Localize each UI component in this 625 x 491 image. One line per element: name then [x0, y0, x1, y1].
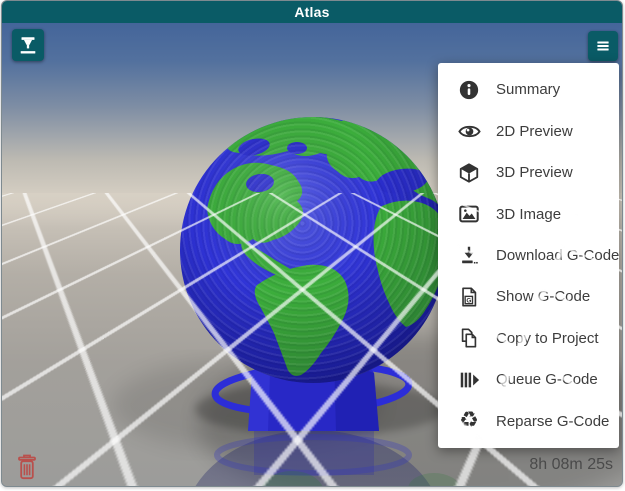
globe-shading — [180, 117, 446, 383]
trash-icon — [15, 453, 39, 481]
delete-button[interactable] — [15, 453, 39, 481]
menu-item-label: Copy to Project — [496, 330, 599, 347]
menu-item-summary[interactable]: Summary — [438, 69, 619, 110]
gcode-actions-menu: Summary 2D Preview — [438, 63, 619, 448]
menu-item-queue-gcode[interactable]: Queue G-Code — [438, 359, 619, 400]
menu-item-label: 2D Preview — [496, 123, 573, 140]
recycle-icon: ♻ — [457, 409, 481, 433]
menu-item-label: Summary — [496, 81, 560, 98]
menu-item-label: 3D Image — [496, 206, 561, 223]
queue-icon — [457, 368, 481, 392]
gcode-preview-card: Atlas — [1, 0, 623, 487]
menu-item-label: Reparse G-Code — [496, 413, 609, 430]
info-icon — [457, 78, 481, 102]
download-icon — [457, 243, 481, 267]
menu-item-3d-preview[interactable]: 3D Preview — [438, 152, 619, 193]
nozzle-icon — [15, 32, 41, 58]
menu-item-reparse-gcode[interactable]: ♻ Reparse G-Code — [438, 401, 619, 442]
svg-text:G: G — [466, 297, 471, 304]
image-icon — [457, 202, 481, 226]
menu-item-show-gcode[interactable]: G Show G-Code — [438, 276, 619, 317]
print-time: 8h 08m 25s — [529, 456, 613, 474]
menu-item-label: 3D Preview — [496, 164, 573, 181]
window-title: Atlas — [2, 1, 622, 23]
menu-item-3d-image[interactable]: 3D Image — [438, 193, 619, 234]
menu-item-2d-preview[interactable]: 2D Preview — [438, 110, 619, 151]
copy-icon — [457, 326, 481, 350]
gcode-file-icon: G — [457, 285, 481, 309]
cube-icon — [457, 161, 481, 185]
menu-item-label: Queue G-Code — [496, 371, 598, 388]
menu-item-copy-to-project[interactable]: Copy to Project — [438, 318, 619, 359]
menu-item-download-gcode[interactable]: Download G-Code — [438, 235, 619, 276]
menu-item-label: Show G-Code — [496, 288, 590, 305]
eye-icon — [457, 119, 481, 143]
render-scene: Summary 2D Preview — [2, 23, 622, 486]
card-menu-button[interactable] — [588, 31, 618, 61]
print-button[interactable] — [12, 29, 44, 61]
hamburger-icon — [594, 37, 612, 55]
menu-item-label: Download G-Code — [496, 247, 619, 264]
globe — [180, 115, 447, 383]
